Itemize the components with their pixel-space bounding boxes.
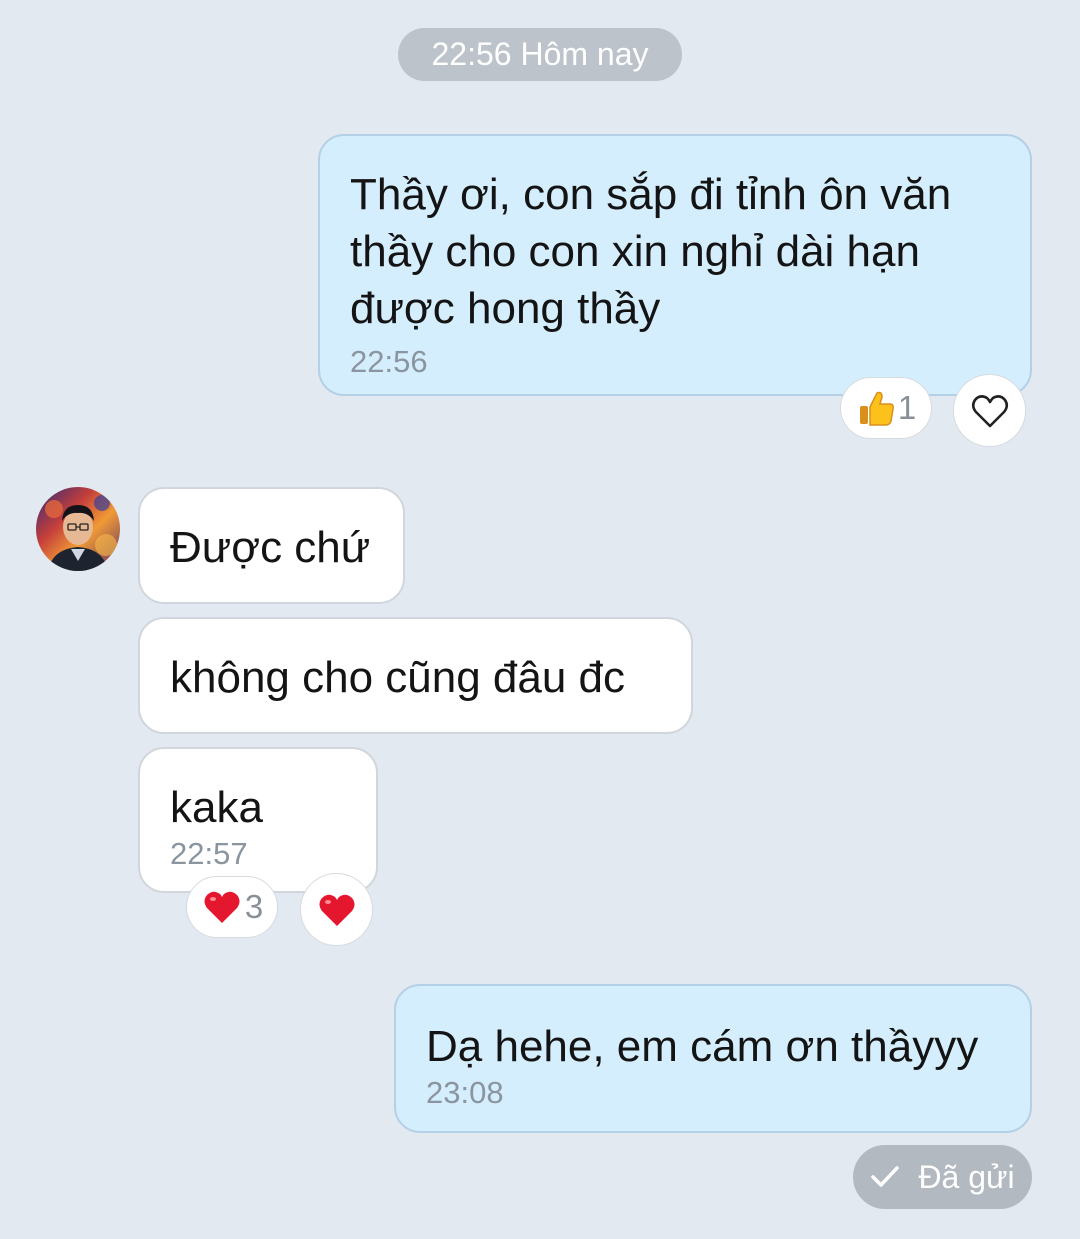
message-line: thầy cho con xin nghỉ dài hạn — [350, 227, 920, 276]
date-separator: 22:56 Hôm nay — [398, 28, 682, 81]
incoming-message-bubble[interactable]: không cho cũng đâu đc — [138, 617, 693, 734]
message-time: 22:56 — [350, 344, 428, 379]
outgoing-message-bubble[interactable]: Dạ hehe, em cám ơn thầyyy 23:08 — [394, 984, 1032, 1133]
incoming-message-bubble[interactable]: kaka 22:57 — [138, 747, 378, 893]
message-time: 22:57 — [170, 836, 248, 871]
message-text: Dạ hehe, em cám ơn thầyyy — [426, 1022, 979, 1071]
sent-status-label: Đã gửi — [918, 1158, 1015, 1195]
message-line: Thầy ơi, con sắp đi tỉnh ôn văn — [350, 170, 952, 219]
reaction-summary[interactable]: 3 — [186, 876, 278, 938]
message-line: được hong thầy — [350, 284, 661, 333]
message-time: 23:08 — [426, 1075, 504, 1110]
react-button[interactable] — [953, 374, 1026, 447]
sent-status-badge: Đã gửi — [853, 1145, 1032, 1209]
message-text: Được chứ — [170, 523, 371, 572]
red-heart-icon — [319, 894, 354, 926]
check-icon — [871, 1166, 900, 1187]
message-text: không cho cũng đâu đc — [170, 653, 626, 702]
thumbs-up-icon — [859, 391, 894, 426]
avatar[interactable] — [36, 487, 120, 571]
incoming-message-bubble[interactable]: Được chứ — [138, 487, 405, 604]
red-heart-icon — [204, 891, 240, 923]
react-button[interactable] — [300, 873, 373, 946]
outgoing-message-bubble[interactable]: Thầy ơi, con sắp đi tỉnh ôn văn thầy cho… — [318, 134, 1032, 396]
message-text: kaka — [170, 783, 263, 832]
reaction-summary[interactable]: 1 — [840, 377, 932, 439]
reaction-count: 1 — [897, 389, 917, 426]
reaction-count: 3 — [244, 888, 264, 925]
heart-outline-icon — [971, 394, 1008, 427]
